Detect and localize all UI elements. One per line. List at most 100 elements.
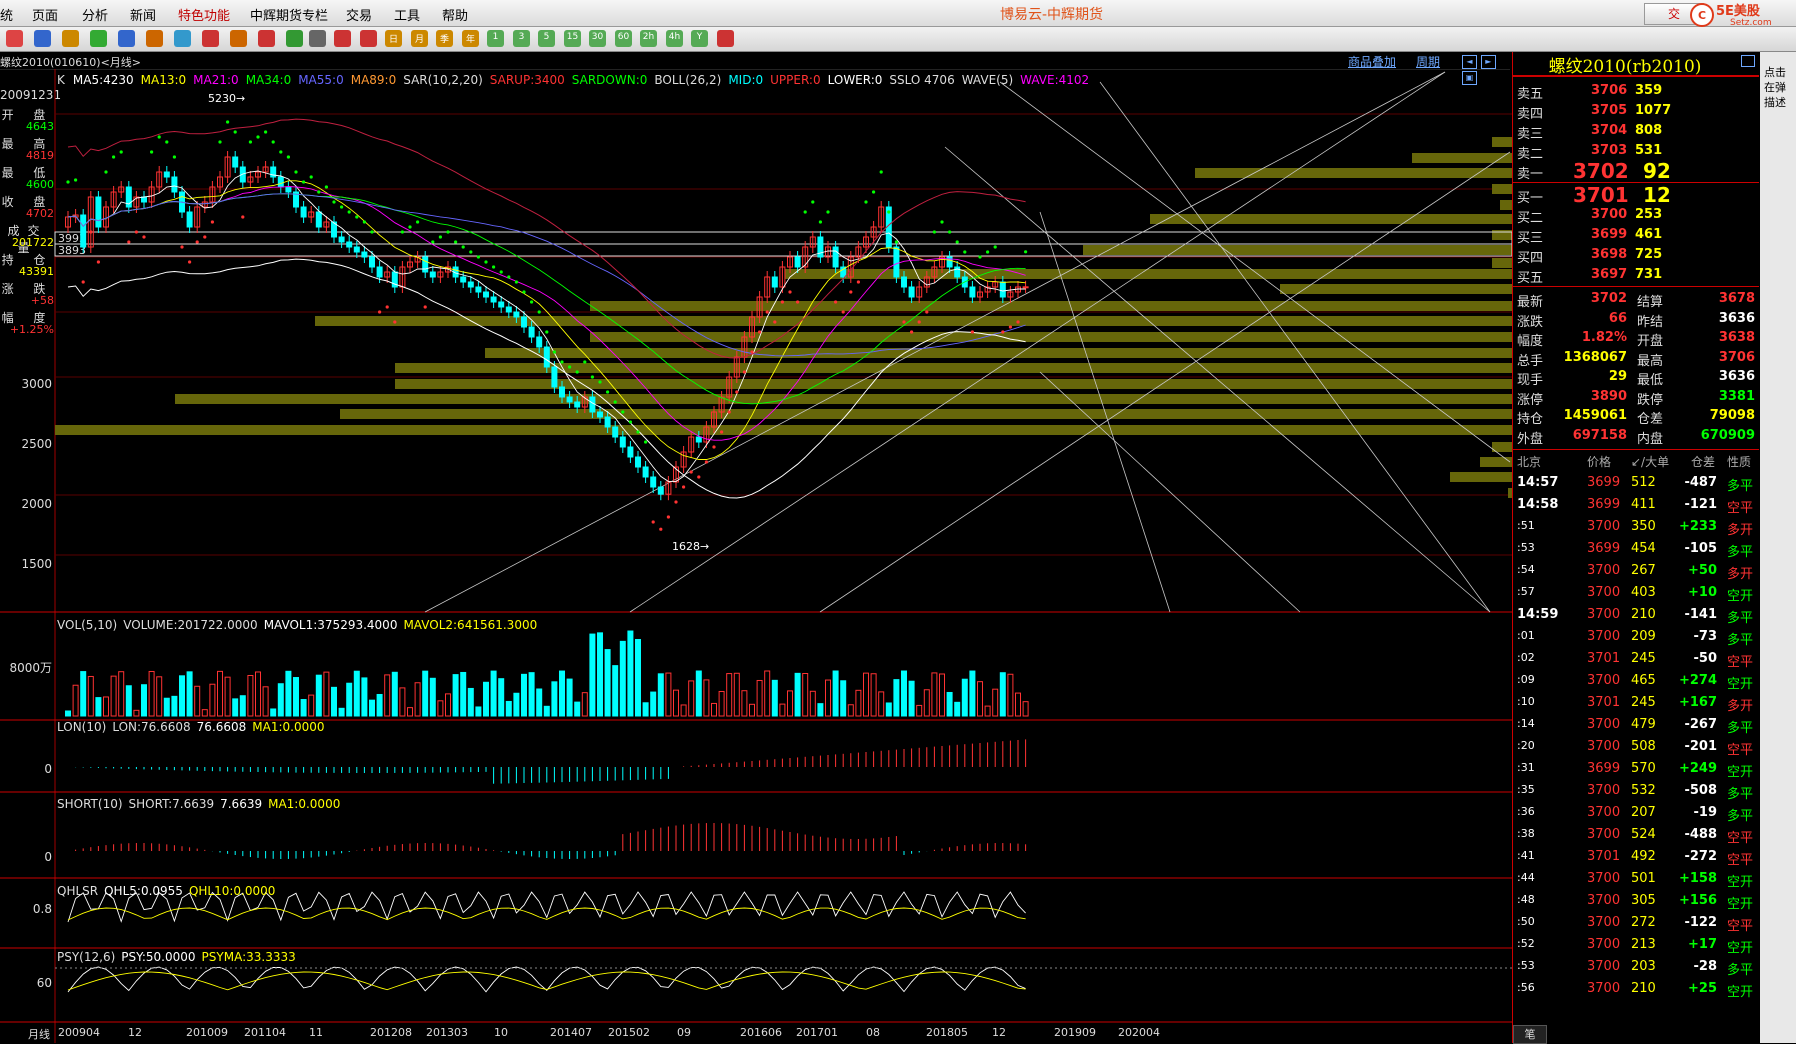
tick-price: 3701 xyxy=(1587,849,1621,864)
level-price: 3697 xyxy=(1591,267,1628,282)
menu-item-6[interactable]: 交易 xyxy=(346,5,372,24)
period-label-12: Y xyxy=(696,32,703,42)
x-tick-label: 201502 xyxy=(608,1026,650,1039)
stat-value: 1.82% xyxy=(1581,330,1627,345)
candle xyxy=(627,446,634,458)
volume-bar xyxy=(832,670,839,717)
chart-icon[interactable] xyxy=(334,30,351,47)
tick-volume: 207 xyxy=(1631,805,1656,820)
new-icon[interactable] xyxy=(286,30,303,47)
search-icon[interactable] xyxy=(118,30,135,47)
tick-time: :20 xyxy=(1517,739,1535,752)
filter-icon[interactable] xyxy=(258,30,275,47)
volume-bar xyxy=(338,707,345,717)
quote-title-icon[interactable] xyxy=(1741,55,1755,67)
menu-item-5[interactable]: 中辉期货专栏 xyxy=(250,5,328,24)
ask-row[interactable]: 卖一 3702 92 xyxy=(1513,159,1759,183)
x-tick-label: 08 xyxy=(866,1026,880,1039)
ask-row[interactable]: 卖二 3703 531 xyxy=(1513,142,1759,162)
candle xyxy=(657,486,664,495)
volume-bar xyxy=(817,703,824,717)
home-icon[interactable] xyxy=(6,30,23,47)
ticks-divider xyxy=(1513,449,1759,450)
menu-item-4[interactable]: 特色功能 xyxy=(178,5,230,24)
bid-row[interactable]: 买三 3699 461 xyxy=(1513,226,1759,246)
stat-label: 昨结 xyxy=(1637,314,1664,330)
tick-nature: 多平 xyxy=(1727,545,1754,560)
tick-nature: 空平 xyxy=(1727,853,1754,868)
zoom-icon[interactable] xyxy=(146,30,163,47)
sar-dot xyxy=(248,140,252,144)
tick-icon[interactable] xyxy=(360,30,377,47)
indicator-param: QHL5:0.0955 xyxy=(104,884,183,898)
ask-row[interactable]: 卖五 3706 359 xyxy=(1513,82,1759,102)
volume-bar xyxy=(893,679,900,717)
x-tick-label: 12 xyxy=(128,1026,142,1039)
sar-dot xyxy=(522,290,526,294)
list-icon[interactable] xyxy=(309,30,326,47)
volume-bar xyxy=(452,674,459,717)
menu-item-8[interactable]: 帮助 xyxy=(442,5,468,24)
tick-footer-tab[interactable]: 笔 xyxy=(1513,1025,1547,1044)
sar-dot xyxy=(438,235,442,239)
tick-price: 3700 xyxy=(1587,629,1621,644)
ask-row[interactable]: 卖三 3704 808 xyxy=(1513,122,1759,142)
sar-dot xyxy=(188,260,192,264)
tick-price: 3700 xyxy=(1587,519,1621,534)
bid-row[interactable]: 买一 3701 12 xyxy=(1513,183,1759,207)
bid-row[interactable]: 买五 3697 731 xyxy=(1513,266,1759,286)
pen-icon[interactable] xyxy=(202,30,219,47)
back-icon[interactable] xyxy=(34,30,51,47)
tick-header: 北京 价格 ↙/大单 仓差 性质 xyxy=(1513,452,1759,471)
menu-item-2[interactable]: 分析 xyxy=(82,5,108,24)
sar-dot xyxy=(986,250,990,254)
calc-icon[interactable] xyxy=(717,30,734,47)
refresh-icon[interactable] xyxy=(90,30,107,47)
f10-icon[interactable] xyxy=(62,30,79,47)
ask-row[interactable]: 卖四 3705 1077 xyxy=(1513,102,1759,122)
bid-row[interactable]: 买四 3698 725 xyxy=(1513,246,1759,266)
volume-bar xyxy=(916,704,923,717)
volume-bar xyxy=(156,676,163,717)
tick-volume: 245 xyxy=(1631,695,1656,710)
tick-volume: 267 xyxy=(1631,563,1656,578)
volume-bar xyxy=(779,703,786,717)
level-label: 卖四 xyxy=(1517,107,1544,122)
volume-bar xyxy=(1015,692,1021,717)
tool-icon[interactable] xyxy=(230,30,247,47)
sar-dot xyxy=(454,240,458,244)
tick-nature: 空平 xyxy=(1727,831,1754,846)
sar-dot xyxy=(142,235,146,239)
indicator-axis-label: 0 xyxy=(44,850,52,864)
menu-item-1[interactable]: 页面 xyxy=(32,5,58,24)
tick-oi-change: -201 xyxy=(1684,739,1717,754)
menu-item-3[interactable]: 新闻 xyxy=(130,5,156,24)
side-tab[interactable]: 点击 在弹 描述 xyxy=(1760,52,1796,1043)
volume-bar xyxy=(1007,673,1014,717)
menu-item-7[interactable]: 工具 xyxy=(394,5,420,24)
sar-dot xyxy=(476,255,480,259)
title-underline xyxy=(1513,75,1759,77)
volume-bar xyxy=(262,686,269,717)
tick-time: :51 xyxy=(1517,519,1535,532)
sar-dot xyxy=(902,320,906,324)
sar-dot xyxy=(355,215,359,219)
volume-profile-bar xyxy=(1492,184,1512,194)
x-tick-label: 09 xyxy=(677,1026,691,1039)
tick-price: 3700 xyxy=(1587,871,1621,886)
volume-bar xyxy=(528,672,535,717)
bid-row[interactable]: 买二 3700 253 xyxy=(1513,206,1759,226)
menu-item-0[interactable]: 统 xyxy=(0,5,13,24)
tick-header-cell: 性质 xyxy=(1727,455,1752,469)
tick-row: :54 3700 267 +50 多开 xyxy=(1513,560,1759,582)
candle xyxy=(80,214,87,248)
stat-label: 跌停 xyxy=(1637,392,1664,408)
volume-bar xyxy=(635,638,641,717)
volume-bar xyxy=(209,683,216,717)
volume-bar xyxy=(87,675,94,717)
tick-time: :35 xyxy=(1517,783,1535,796)
window-icon[interactable] xyxy=(174,30,191,47)
tick-row: :57 3700 403 +10 空开 xyxy=(1513,582,1759,604)
tick-volume: 512 xyxy=(1631,475,1656,490)
candle xyxy=(1022,286,1029,289)
